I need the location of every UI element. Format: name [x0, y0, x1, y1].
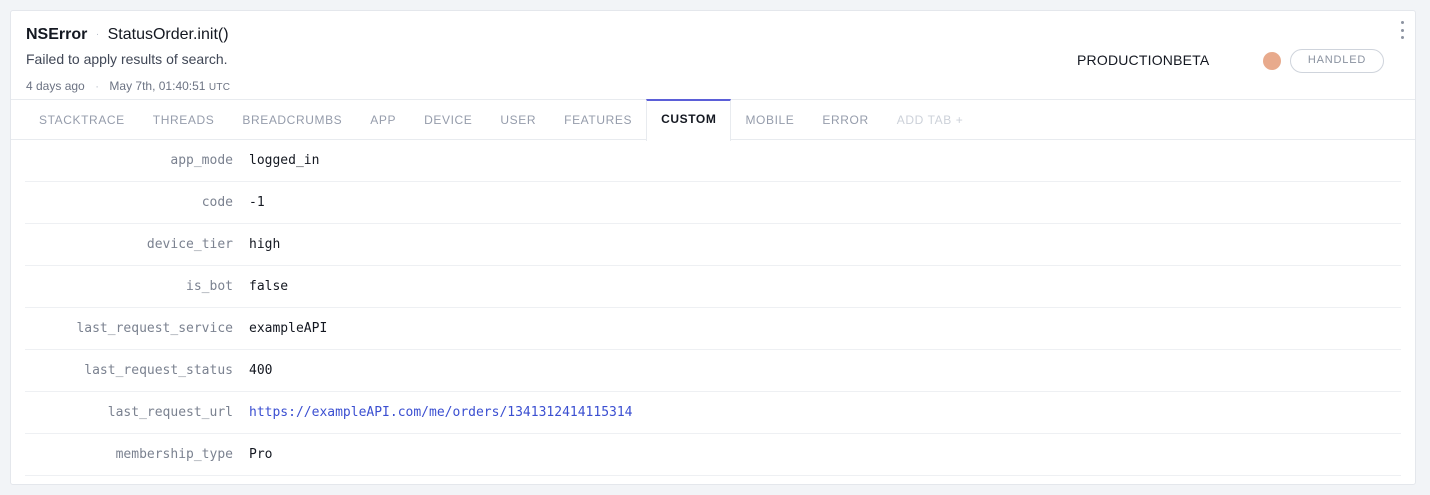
- custom-metadata-table: app_mode logged_in code -1 device_tier h…: [11, 140, 1415, 476]
- metadata-value: logged_in: [249, 153, 320, 168]
- metadata-row: last_request_status 400: [25, 350, 1401, 392]
- metadata-key: code: [201, 195, 233, 210]
- metadata-key: is_bot: [186, 279, 233, 294]
- metadata-value: high: [249, 237, 281, 252]
- error-context: StatusOrder.init(): [107, 26, 229, 43]
- error-header: NSError · StatusOrder.init() Failed to a…: [11, 11, 1415, 100]
- metadata-row: is_bot false: [25, 266, 1401, 308]
- severity-indicator[interactable]: [1263, 52, 1281, 70]
- metadata-key: last_request_url: [107, 405, 233, 420]
- metadata-row: last_request_service exampleAPI: [25, 308, 1401, 350]
- error-meta: 4 days ago · May 7th, 01:40:51 UTC: [26, 79, 230, 93]
- metadata-value: 400: [249, 363, 273, 378]
- error-class: NSError: [26, 26, 88, 43]
- tab-error[interactable]: ERROR: [808, 100, 882, 140]
- metadata-key: app_mode: [170, 153, 233, 168]
- handled-badge: HANDLED: [1290, 49, 1384, 73]
- metadata-row: device_tier high: [25, 224, 1401, 266]
- tab-custom[interactable]: CUSTOM: [646, 99, 732, 141]
- metadata-row: membership_type Pro: [25, 434, 1401, 476]
- metadata-value: false: [249, 279, 289, 294]
- timezone: UTC: [208, 82, 231, 93]
- release-stage[interactable]: PRODUCTIONBETA: [1077, 52, 1209, 68]
- tab-threads[interactable]: THREADS: [139, 100, 229, 140]
- error-message: Failed to apply results of search.: [26, 51, 228, 67]
- timestamp: May 7th, 01:40:51: [109, 79, 206, 93]
- tab-mobile[interactable]: MOBILE: [731, 100, 808, 140]
- relative-time: 4 days ago: [26, 79, 85, 93]
- tab-stacktrace[interactable]: STACKTRACE: [25, 100, 139, 140]
- metadata-key: last_request_service: [76, 321, 233, 336]
- tab-features[interactable]: FEATURES: [550, 100, 646, 140]
- tab-bar: STACKTRACE THREADS BREADCRUMBS APP DEVIC…: [11, 99, 1415, 141]
- metadata-key: membership_type: [115, 447, 233, 462]
- metadata-row: last_request_url https://exampleAPI.com/…: [25, 392, 1401, 434]
- more-options-icon[interactable]: [1395, 19, 1409, 41]
- error-card: NSError · StatusOrder.init() Failed to a…: [10, 10, 1416, 485]
- tab-app[interactable]: APP: [356, 100, 410, 140]
- tab-user[interactable]: USER: [486, 100, 550, 140]
- metadata-row: code -1: [25, 182, 1401, 224]
- metadata-row: app_mode logged_in: [25, 140, 1401, 182]
- tab-breadcrumbs[interactable]: BREADCRUMBS: [228, 100, 356, 140]
- add-tab-button[interactable]: ADD TAB +: [883, 100, 978, 140]
- meta-separator-dot: ·: [95, 79, 100, 93]
- error-title: NSError · StatusOrder.init(): [26, 25, 229, 47]
- tab-device[interactable]: DEVICE: [410, 100, 486, 140]
- request-url-link[interactable]: https://exampleAPI.com/me/orders/1341312…: [249, 405, 633, 420]
- metadata-value: -1: [249, 195, 265, 210]
- metadata-key: device_tier: [146, 237, 233, 252]
- title-separator-dot: ·: [95, 29, 100, 40]
- metadata-value: Pro: [249, 447, 273, 462]
- metadata-key: last_request_status: [84, 363, 233, 378]
- metadata-value: exampleAPI: [249, 321, 328, 336]
